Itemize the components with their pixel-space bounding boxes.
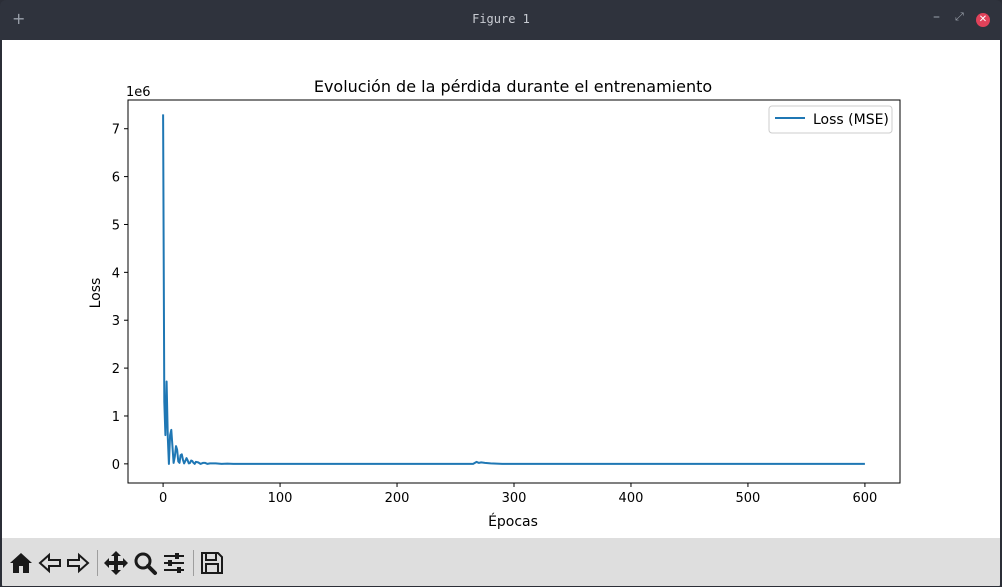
y-tick-label: 0 — [112, 458, 120, 473]
chart-title: Evolución de la pérdida durante el entre… — [314, 77, 712, 96]
y-tick-label: 6 — [112, 171, 120, 186]
window-title: Figure 1 — [472, 12, 530, 26]
y-tick-label: 2 — [112, 362, 120, 377]
close-icon[interactable]: ✕ — [976, 13, 990, 27]
axes-frame — [127, 99, 901, 484]
configure-subplots-icon — [164, 553, 184, 573]
x-tick-label: 100 — [268, 491, 293, 506]
y-tick-label: 4 — [112, 266, 120, 281]
back-button[interactable] — [37, 550, 63, 576]
y-offset-label: 1e6 — [126, 85, 151, 100]
legend-label: Loss (MSE) — [813, 112, 889, 128]
save-button[interactable] — [199, 550, 225, 576]
toolbar — [2, 538, 1000, 586]
y-axis: 0 1 2 3 4 5 6 7 — [112, 123, 128, 473]
toolbar-separator — [193, 550, 194, 576]
figure-window: + Figure 1 – ⤢ ✕ Evolución de la pérdida… — [0, 0, 1002, 587]
back-arrow-icon — [38, 552, 61, 574]
x-axis: 0 100 200 300 400 500 600 — [159, 483, 877, 506]
y-axis-label: Loss — [88, 278, 104, 309]
x-tick-label: 600 — [852, 491, 877, 506]
y-tick-label: 3 — [112, 314, 120, 329]
forward-button[interactable] — [65, 550, 91, 576]
maximize-icon[interactable]: ⤢ — [955, 10, 964, 24]
legend: Loss (MSE) — [768, 105, 893, 134]
y-tick-label: 1 — [112, 410, 120, 425]
minimize-icon[interactable]: – — [933, 9, 940, 25]
zoom-button[interactable] — [132, 550, 158, 576]
x-axis-label: Épocas — [488, 513, 538, 530]
home-button[interactable] — [8, 550, 34, 576]
save-icon — [201, 552, 223, 574]
x-tick-label: 400 — [619, 491, 644, 506]
y-tick-label: 7 — [112, 123, 120, 138]
title-bar: + Figure 1 – ⤢ ✕ — [0, 0, 1002, 40]
pan-button[interactable] — [103, 550, 129, 576]
configure-subplots-button[interactable] — [161, 550, 187, 576]
zoom-icon — [134, 552, 157, 575]
x-tick-label: 300 — [502, 491, 527, 506]
home-icon — [10, 553, 32, 573]
pan-icon — [104, 551, 128, 575]
toolbar-separator — [97, 550, 98, 576]
forward-arrow-icon — [67, 552, 90, 574]
y-tick-label: 5 — [112, 218, 120, 233]
chart: Evolución de la pérdida durante el entre… — [88, 77, 901, 530]
x-tick-label: 500 — [736, 491, 761, 506]
figure-canvas: Evolución de la pérdida durante el entre… — [2, 40, 1000, 538]
loss-series-line — [162, 114, 865, 465]
x-tick-label: 0 — [159, 491, 167, 506]
x-tick-label: 200 — [385, 491, 410, 506]
